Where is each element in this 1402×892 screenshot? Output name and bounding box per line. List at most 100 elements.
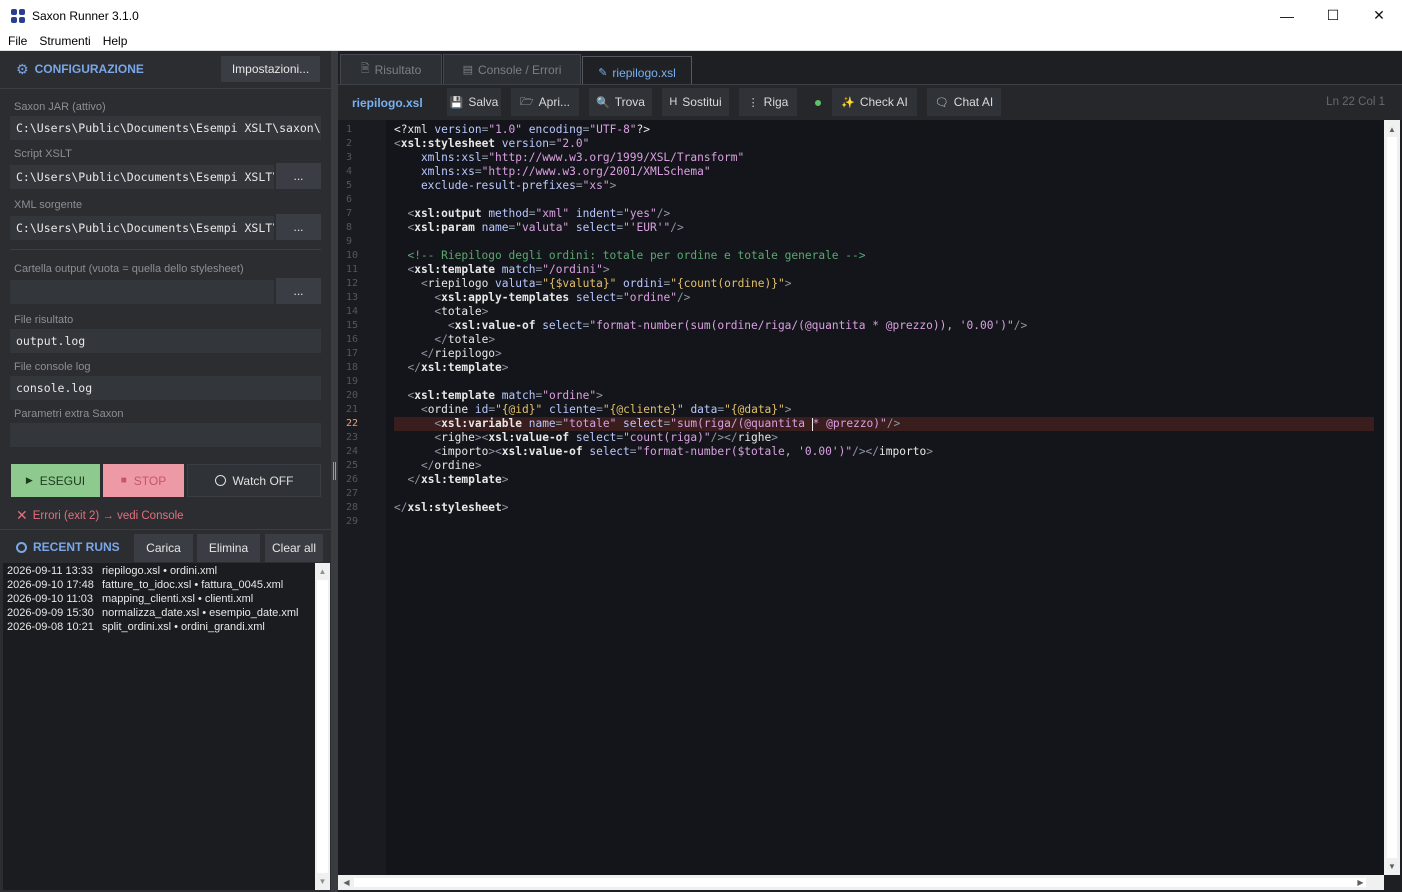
line-number: 1 [346,124,353,135]
code-line[interactable]: </xsl:stylesheet> [394,501,509,515]
code-token: "{@data}" [724,403,785,416]
list-item[interactable]: 2026-09-08 10:21 split_ordini.xsl • ordin… [3,620,315,634]
code-line[interactable]: </totale> [394,333,495,347]
console-log-field[interactable]: console.log [10,376,321,400]
scroll-left-arrow-icon[interactable]: ◀ [339,875,354,890]
browse-xml-button[interactable]: ... [276,214,321,240]
list-item[interactable]: 2026-09-10 17:48 fatture_to_idoc.xsl • fa… [3,578,315,592]
code-line[interactable]: xmlns:xsl="http://www.w3.org/1999/XSL/Tr… [394,151,744,165]
splitter-grip-icon[interactable] [333,462,336,480]
code-line[interactable]: <xsl:output method="xml" indent="yes"/> [394,207,670,221]
code-line[interactable]: <righe><xsl:value-of select="count(riga)… [394,431,778,445]
tab-console[interactable]: ▤ Console / Errori [443,54,581,84]
scroll-down-arrow-icon[interactable]: ▼ [315,874,330,889]
code-token: xsl:stylesheet [400,137,496,150]
code-token: < [394,445,442,458]
code-line[interactable]: </xsl:template> [394,473,508,487]
load-button[interactable]: Carica [134,534,193,562]
scroll-down-arrow-icon[interactable]: ▼ [1384,858,1400,874]
stop-button[interactable]: ■ STOP [103,464,184,497]
scroll-up-arrow-icon[interactable]: ▲ [1384,121,1400,137]
settings-button[interactable]: Impostazioni... [221,56,320,82]
replace-button[interactable]: H Sostitui [662,88,729,116]
check-ai-button[interactable]: ✨ Check AI [832,88,917,116]
code-line[interactable]: <importo><xsl:value-of select="format-nu… [394,445,933,459]
code-token: > [602,263,610,276]
code-line[interactable]: </ordine> [394,459,482,473]
code-token: select [616,417,664,430]
line-number: 7 [346,208,353,219]
xml-source-field[interactable]: C:\Users\Public\Documents\Esempi XSLT\ [10,216,274,240]
code-editor[interactable]: 1 2 3 4 5 6 7 8 9 10 11 12 13 14 15 16 17 18 19 20 21 22 23 24 2… [338,120,1384,875]
result-file-field[interactable]: output.log [10,329,321,353]
menu-strumenti[interactable]: Strumenti [33,34,96,48]
code-line[interactable]: <xsl:apply-templates select="ordine"/> [394,291,690,305]
code-token: select [535,319,583,332]
line-number: 6 [346,194,353,205]
search-icon: 🔍 [596,96,610,109]
list-item[interactable]: 2026-09-11 13:33 riepilogo.xsl • ordini.x… [3,564,315,578]
output-dir-field[interactable] [10,280,274,304]
menu-help[interactable]: Help [97,34,134,48]
minimize-button[interactable]: — [1264,0,1310,31]
open-button[interactable]: 🗁 Apri... [511,88,579,116]
code-token: riepilogo [434,347,496,360]
find-button[interactable]: 🔍 Trova [589,88,652,116]
code-line[interactable]: <xsl:param name="valuta" select="'EUR'"/… [394,221,683,235]
code-token: xsl:template [420,473,502,486]
scroll-thumb[interactable] [354,878,1366,887]
code-token: xsl:param [414,221,475,234]
code-line[interactable]: <totale> [394,305,488,319]
code-line[interactable]: <xsl:value-of select="format-number(sum(… [394,319,1027,333]
code-line[interactable]: </xsl:template> [394,361,508,375]
list-item[interactable]: 2026-09-10 11:03 mapping_clienti.xsl • cl… [3,592,315,606]
close-button[interactable]: ✕ [1356,0,1402,31]
watch-toggle[interactable]: Watch OFF [187,464,321,497]
goto-line-button[interactable]: ⋮ Riga [739,88,797,116]
maximize-button[interactable]: ☐ [1310,0,1356,31]
code-token: "format-number($totale, '0.00')" [636,445,853,458]
recent-list-scrollbar[interactable]: ▲ ▼ [315,563,330,890]
code-line[interactable]: exclude-result-prefixes="xs"> [394,179,616,193]
code-line[interactable]: <?xml version="1.0" encoding="UTF-8"?> [394,123,650,137]
delete-button[interactable]: Elimina [197,534,260,562]
editor-vertical-scrollbar[interactable]: ▲ ▼ [1384,120,1400,875]
menu-file[interactable]: File [0,34,33,48]
gear-icon: ⚙ [16,60,29,77]
code-line[interactable]: </riepilogo> [394,347,502,361]
clear-all-button[interactable]: Clear all [265,534,323,562]
chat-icon: 🗨 [934,96,949,109]
code-token: <!-- Riepilogo degli ordini: totale per … [394,249,866,262]
scroll-thumb[interactable] [317,580,328,873]
ai-status-dot-icon [815,100,821,106]
code-content[interactable]: <?xml version="1.0" encoding="UTF-8"?> <x… [394,120,1384,875]
code-line[interactable]: xmlns:xs="http://www.w3.org/2001/XMLSche… [394,165,711,179]
code-line[interactable]: <xsl:variable name="totale" select="sum(… [394,417,900,431]
editor-horizontal-scrollbar[interactable]: ◀ ▶ [338,875,1384,890]
code-line[interactable]: <!-- Riepilogo degli ordini: totale per … [394,249,865,263]
saxon-jar-field[interactable]: C:\Users\Public\Documents\Esempi XSLT\sa… [10,116,321,140]
run-button[interactable]: ▶ ESEGUI [11,464,100,497]
code-line[interactable]: <ordine id="{@id}" cliente="{@cliente}" … [394,403,792,417]
script-field[interactable]: C:\Users\Public\Documents\Esempi XSLT\ [10,165,274,189]
save-button[interactable]: 💾 Salva [447,88,501,116]
scroll-right-arrow-icon[interactable]: ▶ [1353,875,1368,890]
browse-output-button[interactable]: ... [276,278,321,304]
folder-icon: 🗁 [520,95,534,108]
code-line[interactable]: <xsl:template match="ordine"> [394,389,602,403]
scroll-up-arrow-icon[interactable]: ▲ [315,564,330,579]
code-line[interactable]: <xsl:template match="/ordini"> [394,263,610,277]
scroll-thumb[interactable] [1387,137,1397,858]
extra-params-field[interactable] [10,423,321,447]
code-token: "xml" [535,207,570,220]
chat-ai-button[interactable]: 🗨 Chat AI [927,88,1001,116]
tab-risultato[interactable]: 🗎 Risultato [340,54,442,84]
browse-script-button[interactable]: ... [276,163,321,189]
recent-runs-list[interactable]: 2026-09-11 13:33 riepilogo.xsl • ordini.x… [3,563,315,890]
code-line[interactable]: <xsl:stylesheet version="2.0" [394,137,589,151]
menu-bar: File Strumenti Help [0,31,1402,51]
list-item[interactable]: 2026-09-09 15:30 normalizza_date.xsl • es… [3,606,315,620]
radio-circle-icon [214,475,226,486]
code-line[interactable]: <riepilogo valuta="{$valuta}" ordini="{c… [394,277,792,291]
line-number: 3 [346,152,353,163]
